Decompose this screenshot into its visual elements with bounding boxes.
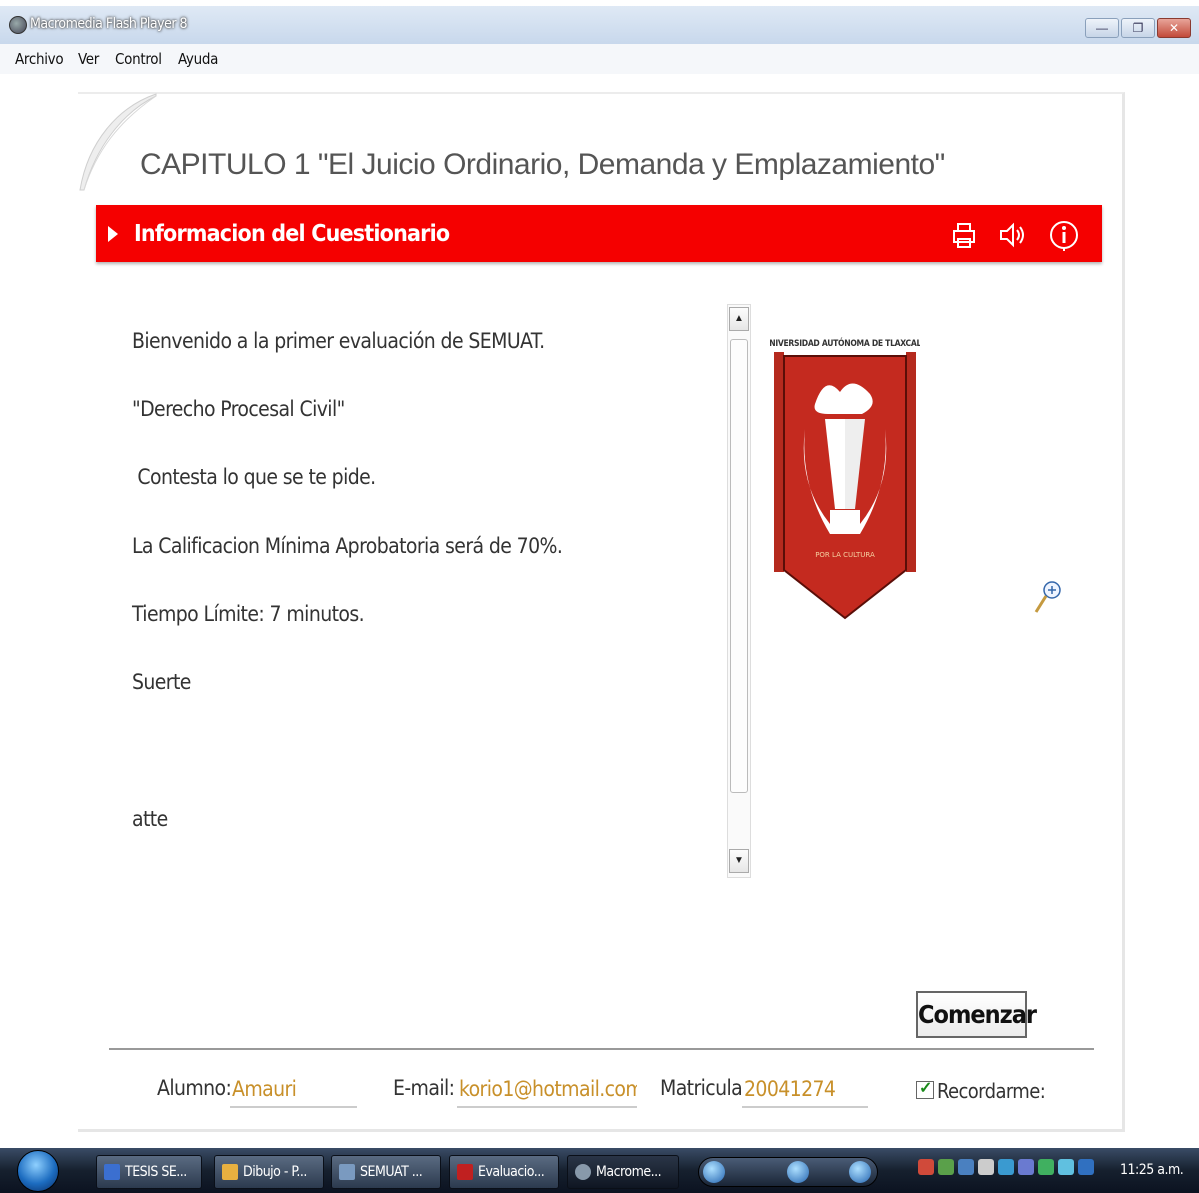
menu-ayuda[interactable]: Ayuda — [178, 50, 218, 68]
minimize-icon: — — [1096, 21, 1108, 35]
remember-checkbox[interactable]: ✓ — [916, 1080, 934, 1099]
taskbar-item-dibujo[interactable]: Dibujo - P... — [214, 1155, 324, 1189]
flash-player-window: Macromedia Flash Player 8 — ❐ ✕ Archivo … — [0, 0, 1199, 1193]
tray-icon[interactable] — [1058, 1159, 1074, 1175]
taskbar-item-semuat[interactable]: SEMUAT ... — [331, 1155, 441, 1189]
system-tray — [918, 1159, 1094, 1183]
arrow-down-icon: ▼ — [734, 855, 744, 866]
app-icon — [457, 1164, 473, 1180]
restore-icon: ❐ — [1132, 21, 1144, 35]
close-button[interactable]: ✕ — [1157, 18, 1191, 38]
chevron-right-icon — [108, 226, 118, 242]
tray-icon[interactable] — [998, 1159, 1014, 1175]
passing-grade-line: La Calificacion Mínima Aprobatoria será … — [132, 534, 563, 558]
arrow-up-icon: ▲ — [734, 313, 744, 324]
signoff-line: atte — [132, 807, 168, 831]
section-title: Informacion del Cuestionario — [134, 221, 450, 247]
folder-icon — [339, 1164, 355, 1180]
alumno-label: Alumno: — [157, 1076, 232, 1100]
email-label: E-mail: — [393, 1076, 455, 1100]
svg-text:UNIVERSIDAD AUTÓNOMA DE TLAXCA: UNIVERSIDAD AUTÓNOMA DE TLAXCALA — [770, 337, 920, 349]
volume-icon[interactable] — [978, 1159, 994, 1175]
instruction-line: Contesta lo que se te pide. — [132, 465, 376, 489]
paint-icon — [222, 1164, 238, 1180]
media-player-toolbar[interactable] — [698, 1157, 878, 1187]
email-field[interactable] — [457, 1072, 637, 1108]
network-icon[interactable] — [958, 1159, 974, 1175]
close-icon: ✕ — [1168, 21, 1180, 35]
matricula-field[interactable] — [742, 1072, 868, 1108]
menu-bar: Archivo Ver Control Ayuda — [0, 44, 1199, 74]
tray-icon[interactable] — [1078, 1159, 1094, 1175]
restore-button[interactable]: ❐ — [1121, 18, 1155, 38]
scroll-up-button[interactable]: ▲ — [729, 307, 749, 331]
start-menu-button[interactable] — [17, 1150, 59, 1192]
media-pause-icon[interactable] — [787, 1161, 809, 1183]
zoom-in-icon[interactable] — [1032, 576, 1064, 616]
subject-line: "Derecho Procesal Civil" — [132, 397, 345, 421]
matricula-label: Matricula — [660, 1076, 743, 1100]
taskbar: TESIS SE... Dibujo - P... SEMUAT ... Eva… — [0, 1148, 1199, 1193]
scroll-thumb[interactable] — [730, 339, 748, 793]
tray-icon[interactable] — [1038, 1159, 1054, 1175]
media-volume-icon[interactable] — [849, 1161, 871, 1183]
flash-player-icon — [9, 16, 27, 34]
start-button[interactable]: Comenzar — [916, 991, 1037, 1038]
word-icon — [104, 1164, 120, 1180]
section-header-bar: Informacion del Cuestionario — [96, 205, 1102, 262]
window-title: Macromedia Flash Player 8 — [30, 16, 188, 32]
scroll-down-button[interactable]: ▼ — [729, 849, 749, 873]
welcome-line: Bienvenido a la primer evaluación de SEM… — [132, 329, 545, 353]
checkmark-icon: ✓ — [919, 1080, 933, 1097]
menu-control[interactable]: Control — [115, 50, 162, 68]
title-bar: Macromedia Flash Player 8 — ❐ ✕ — [0, 6, 1199, 44]
tray-icon[interactable] — [938, 1159, 954, 1175]
taskbar-item-tesis[interactable]: TESIS SE... — [96, 1155, 202, 1189]
svg-text:POR LA CULTURA: POR LA CULTURA — [815, 551, 875, 559]
info-icon[interactable] — [1048, 219, 1080, 251]
footer-divider — [109, 1048, 1094, 1050]
tray-icon[interactable] — [918, 1159, 934, 1175]
clock[interactable]: 11:25 a.m. — [1120, 1162, 1184, 1178]
menu-ver[interactable]: Ver — [78, 50, 99, 68]
time-limit-line: Tiempo Límite: 7 minutos. — [132, 602, 365, 626]
printer-icon[interactable] — [948, 219, 980, 251]
good-luck-line: Suerte — [132, 670, 191, 694]
remember-label: Recordarme: — [937, 1079, 1046, 1103]
taskbar-item-macromedia[interactable]: Macrome... — [567, 1155, 679, 1189]
menu-archivo[interactable]: Archivo — [15, 50, 64, 68]
flash-icon — [575, 1164, 591, 1180]
university-logo: UNIVERSIDAD AUTÓNOMA DE TLAXCALA POR LA … — [770, 337, 920, 620]
taskbar-item-evaluacion[interactable]: Evaluacio... — [449, 1155, 559, 1189]
media-stop-icon[interactable] — [703, 1161, 725, 1183]
speaker-icon[interactable] — [996, 219, 1028, 251]
tray-icon[interactable] — [1018, 1159, 1034, 1175]
minimize-button[interactable]: — — [1085, 18, 1119, 38]
alumno-field[interactable] — [230, 1072, 357, 1108]
page-title: CAPITULO 1 "El Juicio Ordinario, Demanda… — [140, 148, 945, 181]
text-scrollbar[interactable]: ▲ ▼ — [727, 304, 751, 878]
